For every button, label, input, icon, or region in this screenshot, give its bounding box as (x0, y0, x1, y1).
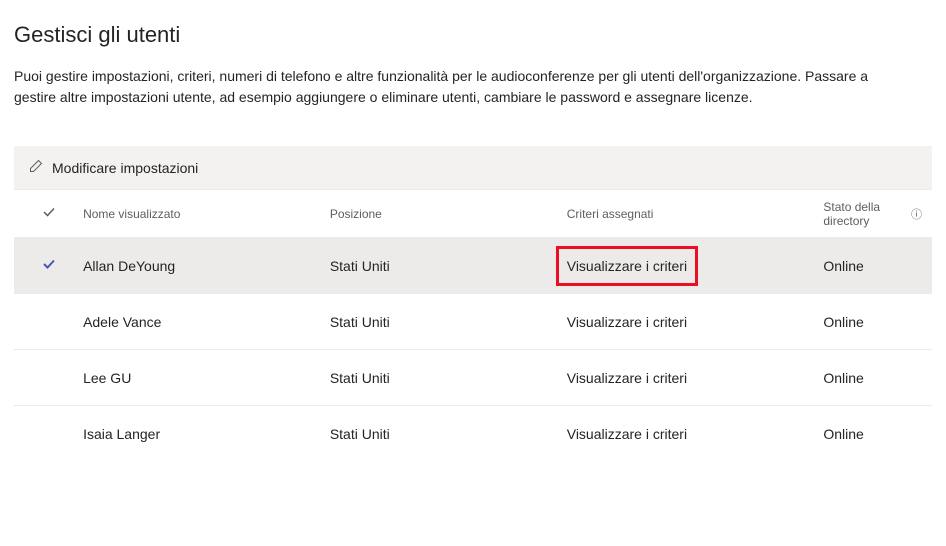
table-row[interactable]: Isaia Langer Stati Uniti Visualizzare i … (14, 406, 932, 462)
edit-settings-label: Modificare impostazioni (52, 160, 198, 176)
toolbar: Modificare impostazioni (14, 146, 932, 190)
header-directory-status[interactable]: Stato della directory ⓘ (823, 200, 932, 228)
cell-directory-status: Online (823, 370, 932, 386)
checkmark-icon (42, 257, 56, 274)
cell-display-name: Isaia Langer (83, 426, 330, 442)
header-display-name[interactable]: Nome visualizzato (83, 207, 330, 221)
checkmark-icon (42, 205, 56, 222)
users-table: Nome visualizzato Posizione Criteri asse… (14, 190, 932, 462)
cell-policies[interactable]: Visualizzare i criteri (567, 426, 824, 442)
users-panel: Modificare impostazioni Nome visualizzat… (14, 146, 932, 462)
header-policies[interactable]: Criteri assegnati (567, 207, 824, 221)
page-description: Puoi gestire impostazioni, criteri, nume… (0, 66, 920, 108)
header-location[interactable]: Posizione (330, 207, 567, 221)
header-directory-status-label: Stato della directory (823, 200, 907, 228)
cell-location: Stati Uniti (330, 314, 567, 330)
cell-directory-status: Online (823, 426, 932, 442)
cell-policies[interactable]: Visualizzare i criteri (567, 246, 824, 286)
cell-display-name: Allan DeYoung (83, 258, 330, 274)
page-title: Gestisci gli utenti (0, 0, 946, 66)
cell-display-name: Adele Vance (83, 314, 330, 330)
header-select-all[interactable] (14, 205, 83, 222)
table-header-row: Nome visualizzato Posizione Criteri asse… (14, 190, 932, 238)
highlight-box: Visualizzare i criteri (556, 246, 698, 286)
cell-display-name: Lee GU (83, 370, 330, 386)
cell-directory-status: Online (823, 258, 932, 274)
row-checkbox[interactable] (14, 257, 83, 274)
cell-location: Stati Uniti (330, 258, 567, 274)
table-row[interactable]: Adele Vance Stati Uniti Visualizzare i c… (14, 294, 932, 350)
table-row[interactable]: Allan DeYoung Stati Uniti Visualizzare i… (14, 238, 932, 294)
table-row[interactable]: Lee GU Stati Uniti Visualizzare i criter… (14, 350, 932, 406)
cell-location: Stati Uniti (330, 426, 567, 442)
edit-settings-button[interactable]: Modificare impostazioni (28, 158, 198, 177)
cell-policies[interactable]: Visualizzare i criteri (567, 370, 824, 386)
cell-location: Stati Uniti (330, 370, 567, 386)
cell-directory-status: Online (823, 314, 932, 330)
cell-policies[interactable]: Visualizzare i criteri (567, 314, 824, 330)
edit-icon (28, 158, 44, 177)
info-icon: ⓘ (911, 206, 922, 222)
